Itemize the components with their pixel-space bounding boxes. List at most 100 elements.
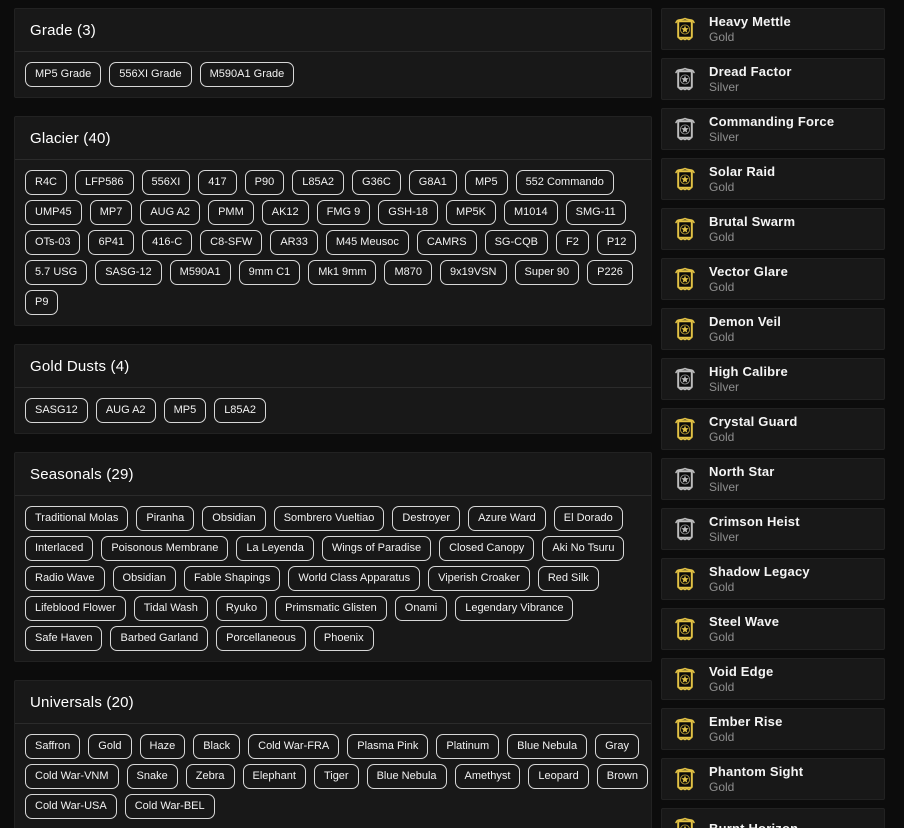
- filter-chip[interactable]: M590A1 Grade: [199, 62, 295, 87]
- filter-chip[interactable]: Onami: [394, 596, 448, 621]
- season-list-item[interactable]: Shadow Legacy Gold: [661, 558, 885, 600]
- season-list-item[interactable]: Burnt Horizon: [661, 808, 885, 828]
- filter-chip[interactable]: Ryuko: [215, 596, 268, 621]
- filter-chip[interactable]: MP5: [464, 170, 508, 195]
- season-list-item[interactable]: High Calibre Silver: [661, 358, 885, 400]
- filter-chip[interactable]: G8A1: [408, 170, 457, 195]
- filter-chip[interactable]: FMG 9: [316, 200, 371, 225]
- filter-chip[interactable]: 6P41: [88, 230, 135, 255]
- filter-chip[interactable]: El Dorado: [553, 506, 623, 531]
- filter-chip[interactable]: Haze: [139, 734, 186, 759]
- filter-chip[interactable]: Interlaced: [25, 536, 94, 561]
- filter-chip[interactable]: Aki No Tsuru: [542, 536, 625, 561]
- filter-chip[interactable]: Lifeblood Flower: [25, 596, 126, 621]
- filter-chip[interactable]: AUG A2: [140, 200, 201, 225]
- filter-chip[interactable]: Piranha: [136, 506, 195, 531]
- filter-chip[interactable]: Gold: [88, 734, 132, 759]
- filter-chip[interactable]: M590A1: [169, 260, 231, 285]
- filter-chip[interactable]: 5.7 USG: [25, 260, 88, 285]
- filter-chip[interactable]: Blue Nebula: [507, 734, 588, 759]
- filter-chip[interactable]: La Leyenda: [236, 536, 314, 561]
- filter-chip[interactable]: 416-C: [142, 230, 193, 255]
- season-list-item[interactable]: Dread Factor Silver: [661, 58, 885, 100]
- filter-chip[interactable]: 556XI: [141, 170, 191, 195]
- season-list-item[interactable]: Commanding Force Silver: [661, 108, 885, 150]
- season-list-item[interactable]: Steel Wave Gold: [661, 608, 885, 650]
- filter-chip[interactable]: World Class Apparatus: [288, 566, 421, 591]
- season-list-item[interactable]: Solar Raid Gold: [661, 158, 885, 200]
- filter-chip[interactable]: SASG12: [25, 398, 88, 423]
- filter-chip[interactable]: Safe Haven: [25, 626, 103, 651]
- filter-chip[interactable]: Primsmatic Glisten: [275, 596, 387, 621]
- filter-chip[interactable]: Tidal Wash: [133, 596, 208, 621]
- filter-chip[interactable]: OTs-03: [25, 230, 81, 255]
- filter-chip[interactable]: L85A2: [292, 170, 345, 195]
- filter-chip[interactable]: Obsidian: [202, 506, 266, 531]
- filter-chip[interactable]: M870: [384, 260, 433, 285]
- filter-chip[interactable]: Cold War-VNM: [25, 764, 119, 789]
- filter-chip[interactable]: Radio Wave: [25, 566, 105, 591]
- filter-chip[interactable]: MP5K: [446, 200, 496, 225]
- filter-chip[interactable]: MP5 Grade: [25, 62, 102, 87]
- filter-chip[interactable]: Cold War-USA: [25, 794, 117, 819]
- filter-chip[interactable]: Super 90: [514, 260, 580, 285]
- filter-chip[interactable]: Zebra: [185, 764, 235, 789]
- filter-chip[interactable]: SMG-11: [565, 200, 626, 225]
- filter-chip[interactable]: GSH-18: [378, 200, 439, 225]
- season-list-item[interactable]: Crimson Heist Silver: [661, 508, 885, 550]
- filter-chip[interactable]: P226: [587, 260, 633, 285]
- filter-chip[interactable]: G36C: [352, 170, 401, 195]
- filter-chip[interactable]: Fable Shapings: [183, 566, 281, 591]
- filter-chip[interactable]: C8-SFW: [200, 230, 263, 255]
- filter-chip[interactable]: Cold War-FRA: [248, 734, 340, 759]
- filter-chip[interactable]: P90: [244, 170, 285, 195]
- filter-chip[interactable]: Elephant: [242, 764, 306, 789]
- filter-chip[interactable]: MP5: [163, 398, 207, 423]
- filter-chip[interactable]: Leopard: [528, 764, 589, 789]
- season-list-item[interactable]: Vector Glare Gold: [661, 258, 885, 300]
- filter-chip[interactable]: P12: [596, 230, 637, 255]
- filter-chip[interactable]: Obsidian: [112, 566, 176, 591]
- filter-chip[interactable]: 9x19VSN: [440, 260, 507, 285]
- season-list-item[interactable]: Demon Veil Gold: [661, 308, 885, 350]
- filter-chip[interactable]: AUG A2: [95, 398, 156, 423]
- filter-chip[interactable]: Red Silk: [537, 566, 599, 591]
- filter-chip[interactable]: CAMRS: [416, 230, 477, 255]
- filter-chip[interactable]: M45 Meusoc: [325, 230, 409, 255]
- filter-chip[interactable]: Platinum: [436, 734, 500, 759]
- filter-chip[interactable]: Snake: [126, 764, 178, 789]
- filter-chip[interactable]: Cold War-BEL: [124, 794, 215, 819]
- filter-chip[interactable]: 9mm C1: [238, 260, 301, 285]
- filter-chip[interactable]: PMM: [208, 200, 254, 225]
- season-list-item[interactable]: Phantom Sight Gold: [661, 758, 885, 800]
- filter-chip[interactable]: L85A2: [214, 398, 266, 423]
- filter-chip[interactable]: AK12: [261, 200, 309, 225]
- filter-chip[interactable]: Traditional Molas: [25, 506, 129, 531]
- filter-chip[interactable]: Blue Nebula: [366, 764, 447, 789]
- filter-chip[interactable]: Mk1 9mm: [308, 260, 377, 285]
- filter-chip[interactable]: 552 Commando: [515, 170, 614, 195]
- filter-chip[interactable]: Brown: [596, 764, 648, 789]
- filter-chip[interactable]: Barbed Garland: [110, 626, 209, 651]
- filter-chip[interactable]: Phoenix: [313, 626, 374, 651]
- filter-chip[interactable]: Poisonous Membrane: [101, 536, 229, 561]
- filter-chip[interactable]: Porcellaneous: [216, 626, 306, 651]
- filter-chip[interactable]: M1014: [504, 200, 558, 225]
- filter-chip[interactable]: Legendary Vibrance: [455, 596, 574, 621]
- filter-chip[interactable]: AR33: [270, 230, 318, 255]
- filter-chip[interactable]: Sombrero Vueltiao: [273, 506, 385, 531]
- filter-chip[interactable]: Azure Ward: [468, 506, 546, 531]
- filter-chip[interactable]: Saffron: [25, 734, 81, 759]
- filter-chip[interactable]: SASG-12: [95, 260, 162, 285]
- filter-chip[interactable]: MP7: [89, 200, 133, 225]
- filter-chip[interactable]: Amethyst: [454, 764, 521, 789]
- filter-chip[interactable]: LFP586: [75, 170, 134, 195]
- season-list-item[interactable]: Heavy Mettle Gold: [661, 8, 885, 50]
- filter-chip[interactable]: 417: [198, 170, 237, 195]
- season-list-item[interactable]: Void Edge Gold: [661, 658, 885, 700]
- season-list-item[interactable]: North Star Silver: [661, 458, 885, 500]
- filter-chip[interactable]: UMP45: [25, 200, 82, 225]
- filter-chip[interactable]: P9: [25, 290, 59, 315]
- filter-chip[interactable]: Wings of Paradise: [321, 536, 432, 561]
- filter-chip[interactable]: 556XI Grade: [109, 62, 192, 87]
